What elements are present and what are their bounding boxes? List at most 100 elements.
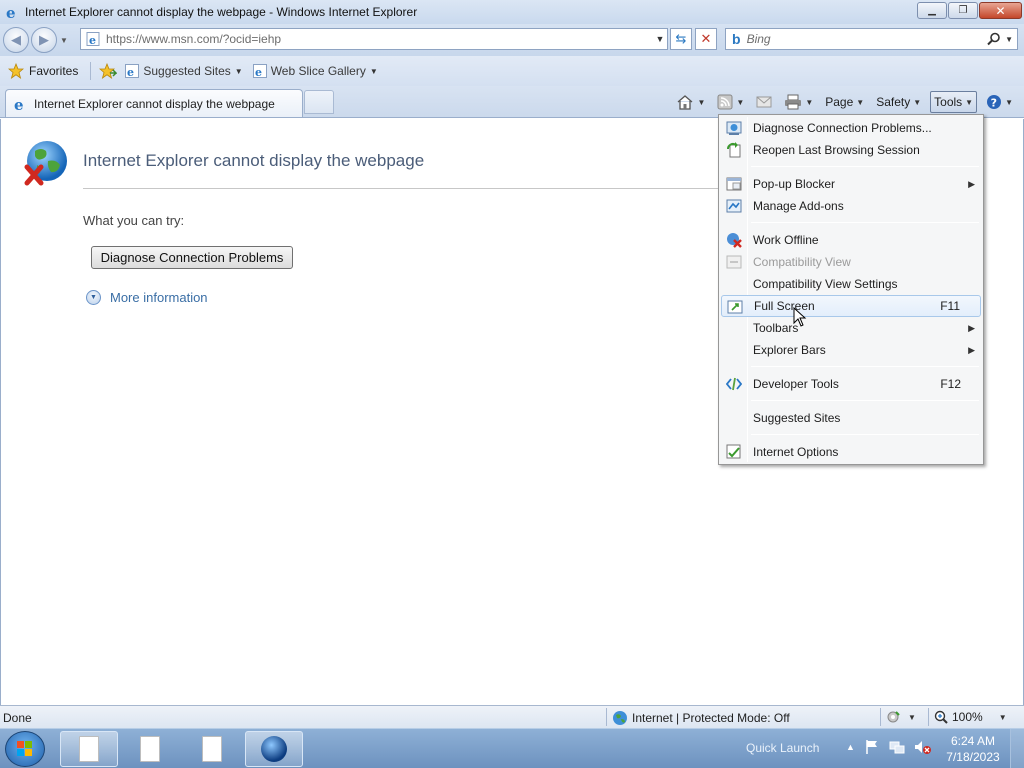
- tab-current[interactable]: e Internet Explorer cannot display the w…: [5, 89, 303, 117]
- maximize-button[interactable]: ❐: [948, 2, 978, 19]
- quick-launch-label[interactable]: Quick Launch: [746, 741, 819, 755]
- chevron-down-icon: ▼: [965, 97, 974, 107]
- submenu-arrow-icon: ▶: [968, 178, 975, 189]
- clock-date: 7/18/2023: [946, 750, 1000, 764]
- show-hidden-icons-icon[interactable]: ▲: [846, 742, 855, 752]
- menu-item-toolbars[interactable]: Toolbars ▶: [721, 317, 981, 339]
- submenu-arrow-icon: ▶: [968, 344, 975, 355]
- tools-menu-button[interactable]: Tools ▼: [930, 91, 978, 113]
- stop-button[interactable]: ✕: [695, 28, 717, 50]
- menu-separator: [751, 366, 979, 367]
- window-title: Internet Explorer cannot display the web…: [25, 5, 418, 19]
- more-information-label[interactable]: More information: [110, 290, 208, 305]
- help-button[interactable]: ? ▼: [983, 91, 1016, 113]
- work-offline-icon: [727, 233, 742, 248]
- menu-item-reopen-last-browsing-session[interactable]: Reopen Last Browsing Session: [721, 139, 981, 161]
- compat-view-icon: [726, 255, 742, 269]
- taskbar-button-internet-explorer[interactable]: [245, 731, 303, 767]
- chevron-down-icon: ▼: [913, 97, 922, 107]
- address-url[interactable]: https://www.msn.com/?ocid=iehp: [106, 32, 653, 46]
- zoom-control[interactable]: 100% ▼: [934, 710, 1007, 724]
- svg-text:e: e: [127, 66, 134, 78]
- suggested-sites-icon: e: [125, 64, 140, 78]
- page-title: Internet Explorer cannot display the web…: [83, 151, 425, 170]
- address-bar[interactable]: e https://www.msn.com/?ocid=iehp ▼: [80, 28, 668, 50]
- menu-item-explorer-bars[interactable]: Explorer Bars ▶: [721, 339, 981, 361]
- search-options-icon[interactable]: ▼: [1005, 35, 1013, 44]
- print-button[interactable]: ▼: [781, 91, 816, 113]
- safety-menu-button[interactable]: Safety ▼: [873, 91, 924, 113]
- show-desktop-button[interactable]: [1010, 729, 1024, 768]
- protected-mode-settings[interactable]: ▼: [886, 710, 916, 724]
- home-button[interactable]: ▼: [673, 91, 708, 113]
- zoom-icon: [934, 710, 948, 724]
- divider: [928, 708, 929, 726]
- divider: [880, 708, 881, 726]
- chevron-down-icon[interactable]: ▼: [736, 98, 744, 107]
- read-mail-button[interactable]: [753, 91, 775, 113]
- internet-options-icon: [726, 444, 741, 459]
- clock-time: 6:24 AM: [950, 734, 996, 748]
- shortcut-label: F12: [940, 377, 961, 391]
- document-icon: [140, 736, 160, 762]
- taskbar-button-document[interactable]: [183, 731, 241, 767]
- chevron-down-icon[interactable]: ▼: [908, 713, 916, 722]
- menu-item-work-offline[interactable]: Work Offline: [721, 229, 981, 251]
- menu-item-compatibility-view: Compatibility View: [721, 251, 981, 273]
- popup-blocker-icon: [726, 177, 742, 191]
- menu-item-diagnose-connection-problems[interactable]: Diagnose Connection Problems...: [721, 117, 981, 139]
- forward-button[interactable]: ▶: [31, 27, 57, 53]
- chevron-down-icon: ▼: [234, 66, 243, 76]
- new-tab-button[interactable]: [304, 90, 334, 114]
- compatibility-view-button[interactable]: ⇆: [670, 28, 692, 50]
- chevron-down-icon[interactable]: ▼: [697, 98, 705, 107]
- volume-muted-icon[interactable]: [914, 739, 932, 755]
- chevron-down-icon[interactable]: ▼: [805, 98, 813, 107]
- bing-logo-icon: b: [732, 31, 741, 47]
- menu-item-full-screen[interactable]: Full Screen F11: [721, 295, 981, 317]
- expand-chevron-icon[interactable]: ▼: [86, 290, 101, 305]
- close-button[interactable]: ✕: [979, 2, 1022, 19]
- menu-item-compatibility-view-settings[interactable]: Compatibility View Settings: [721, 273, 981, 295]
- system-tray: ▲: [846, 739, 932, 755]
- menu-item-internet-options[interactable]: Internet Options: [721, 441, 981, 463]
- search-placeholder[interactable]: Bing: [747, 32, 988, 46]
- favorites-button[interactable]: Favorites: [8, 63, 78, 79]
- menu-item-manage-add-ons[interactable]: Manage Add-ons: [721, 195, 981, 217]
- tab-title: Internet Explorer cannot display the web…: [34, 96, 275, 111]
- taskbar-button-document[interactable]: [60, 731, 118, 767]
- recent-pages-dropdown[interactable]: ▼: [60, 36, 68, 45]
- print-icon: [785, 94, 802, 110]
- taskbar-button-document[interactable]: [121, 731, 179, 767]
- search-box[interactable]: b Bing ▼: [725, 28, 1018, 50]
- security-settings-icon: [887, 711, 900, 723]
- back-button[interactable]: ◀: [3, 27, 29, 53]
- security-zone[interactable]: Internet | Protected Mode: Off: [612, 710, 790, 726]
- action-center-flag-icon[interactable]: [864, 739, 880, 755]
- page-menu-button[interactable]: Page ▼: [822, 91, 867, 113]
- taskbar: Quick Launch ▲ 6:24 AM 7/18/2023: [0, 728, 1024, 768]
- chevron-down-icon[interactable]: ▼: [1005, 98, 1013, 107]
- chevron-down-icon: ▼: [856, 97, 865, 107]
- network-icon[interactable]: [889, 739, 905, 755]
- menu-item-popup-blocker[interactable]: Pop-up Blocker ▶: [721, 173, 981, 195]
- title-bar: e Internet Explorer cannot display the w…: [0, 0, 1024, 24]
- search-icon[interactable]: [987, 32, 1001, 46]
- feeds-button[interactable]: ▼: [714, 91, 747, 113]
- add-to-favorites-bar-icon[interactable]: [99, 63, 118, 79]
- internet-explorer-icon: e: [6, 4, 16, 20]
- clock[interactable]: 6:24 AM 7/18/2023: [944, 733, 1002, 765]
- diagnose-connection-problems-button[interactable]: Diagnose Connection Problems: [91, 246, 293, 269]
- svg-text:e: e: [255, 66, 262, 78]
- menu-separator: [751, 222, 979, 223]
- minimize-button[interactable]: ▁: [917, 2, 947, 19]
- menu-item-developer-tools[interactable]: Developer Tools F12: [721, 373, 981, 395]
- more-information-link[interactable]: ▼ More information: [86, 290, 208, 305]
- suggested-sites-button[interactable]: e Suggested Sites ▼: [125, 64, 243, 78]
- start-button[interactable]: [5, 731, 45, 767]
- tab-ie-icon: e: [14, 96, 24, 112]
- web-slice-gallery-button[interactable]: e Web Slice Gallery ▼: [252, 64, 378, 78]
- menu-item-suggested-sites[interactable]: Suggested Sites: [721, 407, 981, 429]
- chevron-down-icon[interactable]: ▼: [999, 713, 1007, 722]
- address-dropdown-icon[interactable]: ▼: [653, 34, 667, 44]
